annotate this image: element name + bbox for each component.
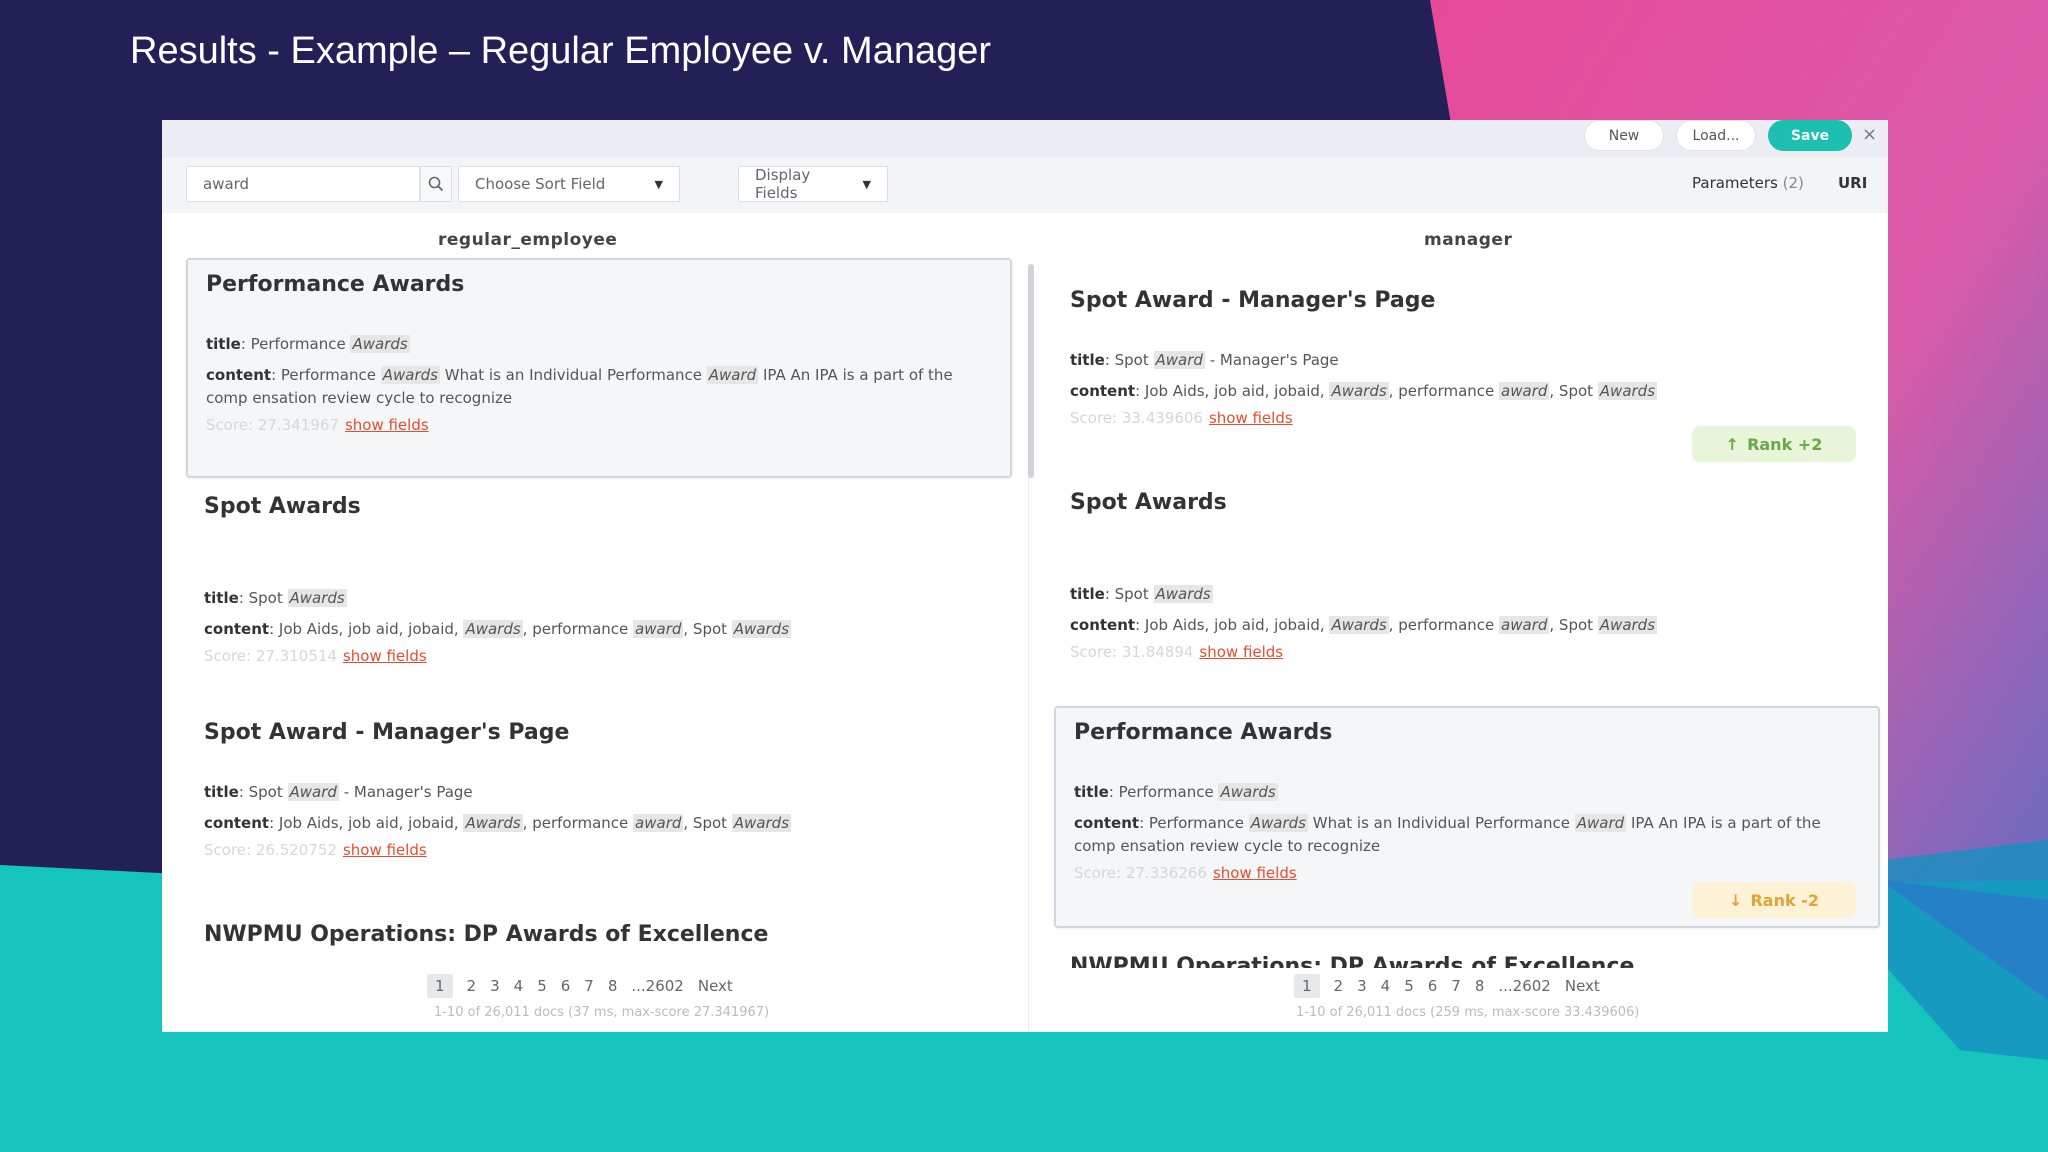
rank-down-badge: ↓ Rank -2 [1692, 882, 1856, 918]
result-card[interactable]: Spot Awards title: Spot Awards content: … [186, 482, 1012, 682]
page-link[interactable]: 8 [608, 977, 618, 995]
page-link[interactable]: 6 [1428, 977, 1438, 995]
show-fields-link[interactable]: show fields [1199, 643, 1283, 661]
search-input[interactable]: award [186, 166, 420, 202]
result-card[interactable]: Spot Award - Manager's Page title: Spot … [186, 708, 1012, 898]
pagination-left: 1 2 3 4 5 6 7 8 ...2602 Next [427, 974, 747, 998]
score-value: Score: 27.310514 [204, 647, 337, 665]
arrow-up-icon: ↑ [1725, 434, 1740, 454]
page-link[interactable]: 8 [1475, 977, 1485, 995]
title-field: title: Spot Award - Manager's Page [204, 783, 473, 801]
result-card[interactable]: NWPMU Operations: DP Awards of Excellenc… [1052, 942, 1872, 968]
page-link[interactable]: 7 [1451, 977, 1461, 995]
search-icon [428, 176, 444, 192]
result-title: Spot Award - Manager's Page [1070, 288, 1436, 313]
content-field: content: Job Aids, job aid, jobaid, Awar… [1070, 616, 1658, 634]
content-field: content: Job Aids, job aid, jobaid, Awar… [204, 814, 792, 832]
result-title: Performance Awards [1074, 720, 1333, 745]
load-button[interactable]: Load... [1676, 120, 1756, 151]
content-field: content: Job Aids, job aid, jobaid, Awar… [204, 620, 792, 638]
parameters-link[interactable]: Parameters (2) [1692, 174, 1804, 192]
scrollbar-thumb[interactable] [1028, 264, 1034, 478]
result-title: Spot Awards [1070, 490, 1227, 515]
caret-down-icon: ▼ [654, 177, 663, 191]
result-title: Performance Awards [206, 272, 465, 297]
page-link[interactable]: 3 [490, 977, 500, 995]
page-link[interactable]: 3 [1357, 977, 1367, 995]
score-line: Score: 27.341967 show fields [206, 416, 992, 434]
score-line: Score: 27.336266 show fields [1074, 864, 1860, 882]
score-value: Score: 27.341967 [206, 416, 339, 434]
result-title: Spot Awards [204, 494, 361, 519]
page-link[interactable]: 4 [1381, 977, 1391, 995]
show-fields-link[interactable]: show fields [1213, 864, 1297, 882]
page-link[interactable]: 4 [514, 977, 524, 995]
score-value: Score: 33.439606 [1070, 409, 1203, 427]
result-card[interactable]: Spot Awards title: Spot Awards content: … [1052, 478, 1872, 678]
score-line: Score: 27.310514 show fields [204, 647, 994, 665]
score-value: Score: 26.520752 [204, 841, 337, 859]
page-link[interactable]: 5 [537, 977, 547, 995]
title-field: title: Spot Awards [1070, 585, 1213, 603]
show-fields-link[interactable]: show fields [343, 841, 427, 859]
content-field: content: Job Aids, job aid, jobaid, Awar… [1070, 382, 1658, 400]
uri-link[interactable]: URI [1838, 174, 1867, 192]
score-value: Score: 27.336266 [1074, 864, 1207, 882]
page-link[interactable]: 2 [1334, 977, 1344, 995]
score-line: Score: 31.84894 show fields [1070, 643, 1854, 661]
next-link[interactable]: Next [698, 977, 733, 995]
pagination-right: 1 2 3 4 5 6 7 8 ...2602 Next [1294, 974, 1614, 998]
display-fields-label: Display Fields [755, 166, 811, 202]
page-link[interactable]: 5 [1404, 977, 1414, 995]
rank-up-badge: ↑ Rank +2 [1692, 426, 1856, 462]
next-link[interactable]: Next [1565, 977, 1600, 995]
page-link[interactable]: 6 [561, 977, 571, 995]
title-field: title: Performance Awards [1074, 783, 1278, 801]
close-icon[interactable]: × [1862, 124, 1877, 145]
result-title: NWPMU Operations: DP Awards of Excellenc… [204, 922, 769, 947]
search-comparison-app: New Load... Save × award Choose Sort Fie… [162, 120, 1888, 1032]
show-fields-link[interactable]: show fields [343, 647, 427, 665]
sort-field-label: Choose Sort Field [475, 175, 606, 193]
content-field: content: Performance Awards What is an I… [1074, 814, 1821, 855]
score-line: Score: 33.439606 show fields [1070, 409, 1854, 427]
new-button[interactable]: New [1584, 120, 1664, 151]
rank-change-label: Rank +2 [1747, 434, 1823, 454]
show-fields-link[interactable]: show fields [345, 416, 429, 434]
page-link[interactable]: ...2602 [1498, 977, 1550, 995]
parameters-count: (2) [1782, 174, 1804, 192]
caret-down-icon: ▼ [862, 177, 871, 191]
content-field: content: Performance Awards What is an I… [206, 366, 953, 407]
arrow-down-icon: ↓ [1729, 890, 1743, 910]
pagination-meta-left: 1-10 of 26,011 docs (37 ms, max-score 27… [434, 1005, 770, 1020]
result-card[interactable]: Performance Awards title: Performance Aw… [186, 258, 1012, 478]
page-link[interactable]: 1 [427, 974, 453, 998]
show-fields-link[interactable]: show fields [1209, 409, 1293, 427]
slide-title: Results - Example – Regular Employee v. … [130, 30, 992, 72]
rank-change-label: Rank -2 [1750, 890, 1819, 910]
page-link[interactable]: 2 [467, 977, 477, 995]
page-link[interactable]: ...2602 [631, 977, 683, 995]
title-field: title: Spot Awards [204, 589, 347, 607]
title-field: title: Spot Award - Manager's Page [1070, 351, 1339, 369]
result-card[interactable]: NWPMU Operations: DP Awards of Excellenc… [186, 910, 1012, 950]
sort-field-dropdown[interactable]: Choose Sort Field ▼ [458, 166, 680, 202]
pagination-meta-right: 1-10 of 26,011 docs (259 ms, max-score 3… [1296, 1005, 1640, 1020]
column-header-manager: manager [1424, 230, 1513, 250]
score-line: Score: 26.520752 show fields [204, 841, 994, 859]
save-button[interactable]: Save [1768, 120, 1852, 151]
parameters-label: Parameters [1692, 174, 1778, 192]
display-fields-dropdown[interactable]: Display Fields ▼ [738, 166, 888, 202]
page-link[interactable]: 7 [584, 977, 594, 995]
column-header-regular-employee: regular_employee [438, 230, 618, 250]
search-button[interactable] [420, 166, 452, 202]
toolbar: award Choose Sort Field ▼ Display Fields… [162, 157, 1888, 213]
page-link[interactable]: 1 [1294, 974, 1320, 998]
score-value: Score: 31.84894 [1070, 643, 1194, 661]
result-title: NWPMU Operations: DP Awards of Excellenc… [1070, 954, 1635, 968]
top-bar: New Load... Save × [162, 120, 1888, 157]
title-field: title: Performance Awards [206, 335, 410, 353]
result-title: Spot Award - Manager's Page [204, 720, 570, 745]
